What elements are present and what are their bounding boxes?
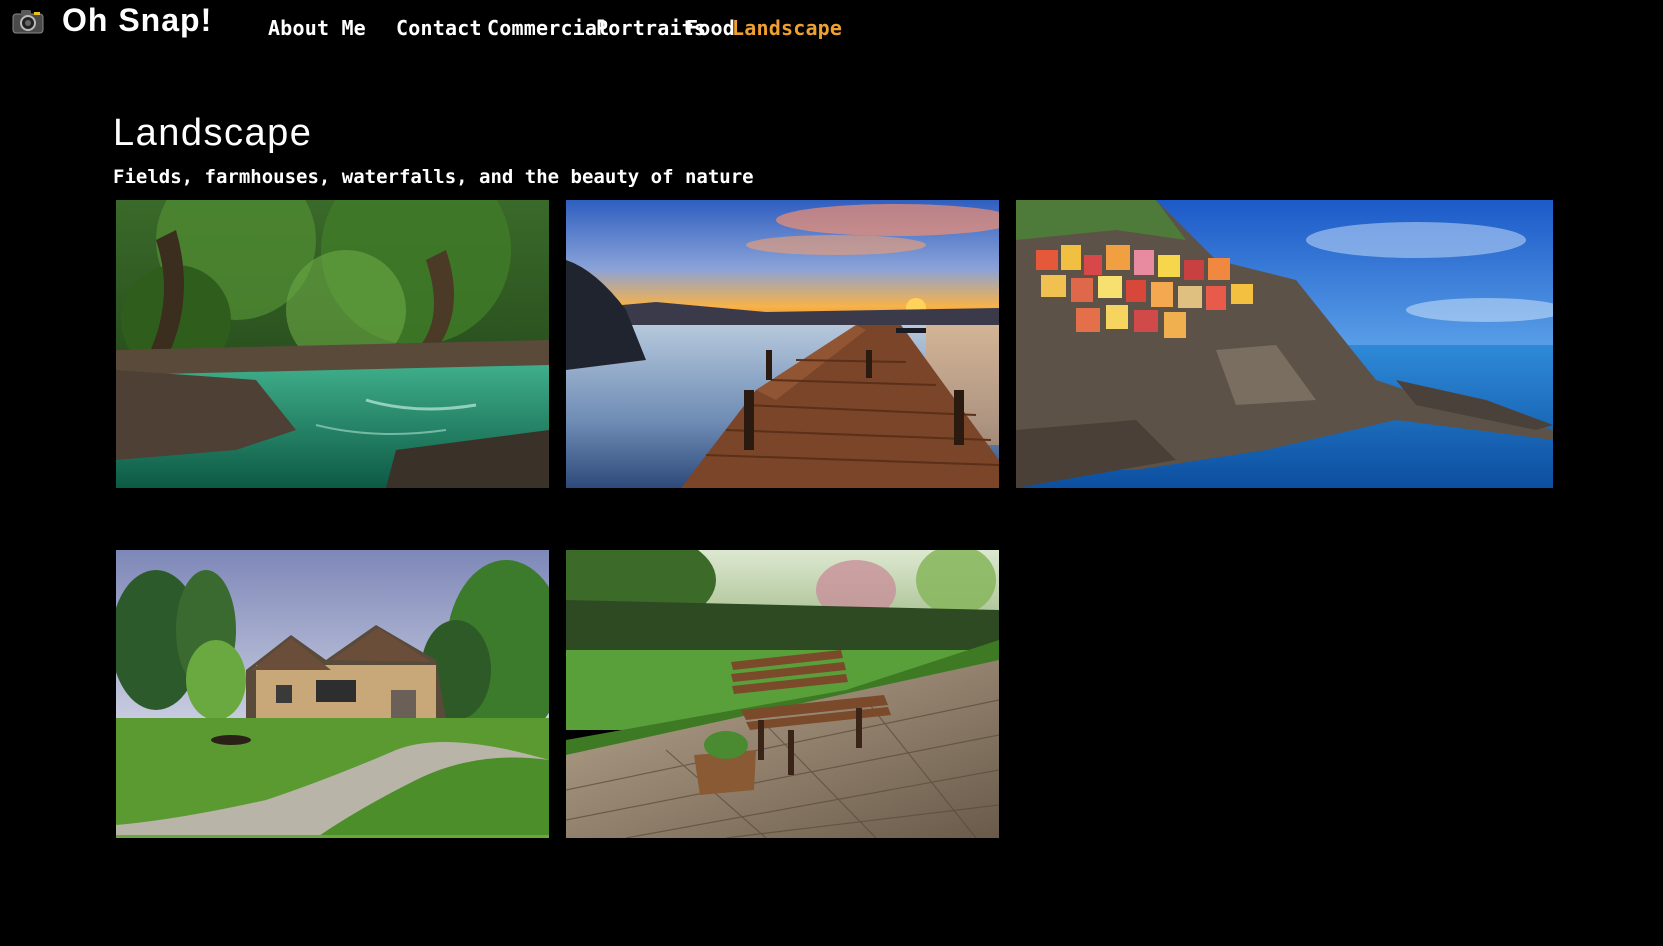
nav-link-contact[interactable]: Contact [396, 16, 482, 40]
photo-cliffside-coastal-village[interactable] [1016, 200, 1553, 488]
page-subtitle: Fields, farmhouses, waterfalls, and the … [113, 166, 754, 188]
page-title: Landscape [113, 112, 313, 154]
nav-link-food[interactable]: Food [686, 16, 735, 40]
photo-country-house-driveway[interactable] [116, 550, 549, 838]
nav-link-commercial[interactable]: Commercial [487, 16, 609, 40]
site-title[interactable]: Oh Snap! [62, 2, 212, 39]
nav-link-about-me[interactable]: About Me [268, 16, 366, 40]
photo-forest-river[interactable] [116, 200, 549, 488]
nav-link-landscape[interactable]: Landscape [732, 16, 842, 40]
top-navigation-bar: Oh Snap! About Me Contact Commercial Por… [0, 0, 1663, 60]
photo-lake-pier-sunset[interactable] [566, 200, 999, 488]
photo-garden-bench[interactable] [566, 550, 999, 838]
camera-icon [12, 8, 44, 34]
